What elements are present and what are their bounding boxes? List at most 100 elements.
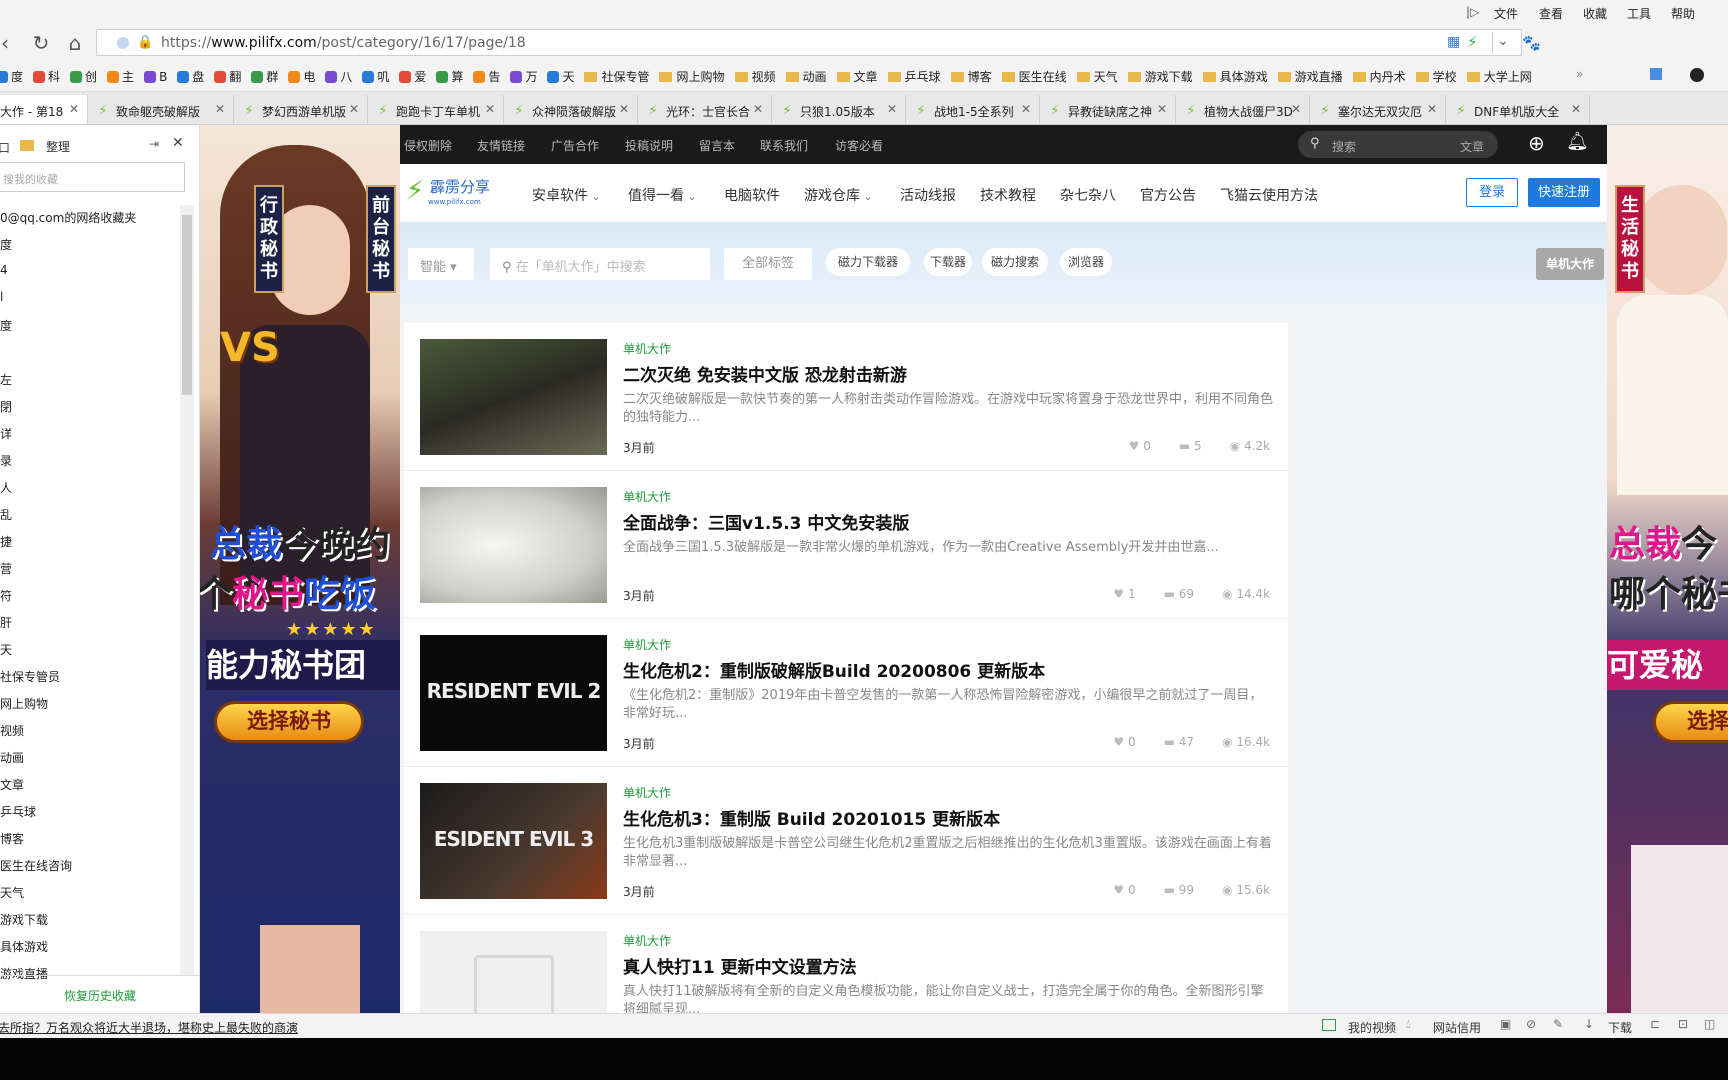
download-arrow-icon[interactable]: ↓ xyxy=(1584,1017,1594,1031)
post-category[interactable]: 单机大作 xyxy=(623,488,671,505)
post-category[interactable]: 单机大作 xyxy=(623,932,671,949)
bookmark-item[interactable]: 游戏下载 xyxy=(1127,68,1193,85)
favorites-item[interactable]: 天 xyxy=(0,641,12,658)
top-nav-link[interactable]: 联系我们 xyxy=(760,137,808,154)
favorites-item[interactable]: 社保专管员 xyxy=(0,668,60,685)
bookmark-item[interactable]: 翻 xyxy=(214,68,241,85)
main-nav-item[interactable]: 游戏仓库 ⌄ xyxy=(804,185,873,205)
bell-icon[interactable]: 🔔︎ xyxy=(1566,131,1589,152)
main-nav-item[interactable]: 电脑软件 xyxy=(724,185,780,205)
news-ticker-link[interactable]: 去所指？万名观众将近大半退场，堪称史上最失败的商演 xyxy=(0,1019,298,1036)
browser-tab[interactable]: ⚡ 致命躯壳破解版 ✕ xyxy=(88,95,234,124)
bookmark-item[interactable]: 网上购物 xyxy=(659,68,725,85)
tab-close-icon[interactable]: ✕ xyxy=(753,102,763,116)
favorites-item[interactable]: 人 xyxy=(0,479,12,496)
post-row[interactable]: 单机大作 真人快打11 更新中文设置方法 真人快打11破解版将有全新的自定义角色模板… xyxy=(404,915,1288,1013)
maximize-icon[interactable]: ◫ xyxy=(1704,1017,1715,1031)
favorites-item[interactable]: 天气 xyxy=(0,884,24,901)
bookmark-item[interactable]: 内丹术 xyxy=(1352,68,1406,85)
chevron-down-icon[interactable]: ⌄ xyxy=(1497,33,1509,49)
browser-tab[interactable]: ⚡ 战地1-5全系列 ✕ xyxy=(906,95,1040,124)
top-nav-link[interactable]: 投稿说明 xyxy=(625,137,673,154)
bookmark-item[interactable]: 乒乓球 xyxy=(887,68,941,85)
main-nav-item[interactable]: 杂七杂八 xyxy=(1060,185,1116,205)
bookmark-item[interactable]: 动画 xyxy=(785,68,827,85)
tag-chip[interactable]: 磁力下载器 xyxy=(826,248,910,276)
bookmark-item[interactable]: 学校 xyxy=(1415,68,1457,85)
top-nav-link[interactable]: 友情链接 xyxy=(477,137,525,154)
bookmark-item[interactable]: 万 xyxy=(510,68,537,85)
category-search-input[interactable]: ⚲ 在「单机大作」中搜索 xyxy=(490,248,710,280)
organize-button[interactable]: 整理 xyxy=(46,138,70,155)
download-button[interactable]: 下载 xyxy=(1608,1019,1632,1036)
ad-right-choose-button[interactable]: 选择 xyxy=(1653,701,1728,743)
tab-close-icon[interactable]: ✕ xyxy=(1427,102,1437,116)
favorites-item[interactable]: 网上购物 xyxy=(0,695,48,712)
favorites-item[interactable]: 动画 xyxy=(0,749,24,766)
bookmark-item[interactable]: 天 xyxy=(547,68,574,85)
post-title[interactable]: 真人快打11 更新中文设置方法 xyxy=(623,953,857,978)
site-search[interactable]: ⚲ 搜索 文章 xyxy=(1298,131,1498,158)
post-category[interactable]: 单机大作 xyxy=(623,636,671,653)
choose-secretary-button[interactable]: 选择秘书 xyxy=(214,701,364,743)
apps-icon[interactable] xyxy=(1650,68,1662,80)
pin-icon[interactable]: ✎ xyxy=(1553,1017,1563,1031)
post-thumbnail[interactable] xyxy=(420,487,607,603)
tab-close-icon[interactable]: ✕ xyxy=(349,102,359,116)
my-video-button[interactable]: 我的视频 xyxy=(1348,1019,1396,1036)
tab-close-icon[interactable]: ✕ xyxy=(887,102,897,116)
close-icon[interactable]: ✕ xyxy=(172,135,184,151)
window-icon[interactable]: ⊏ xyxy=(1650,1017,1660,1031)
site-logo[interactable]: ⚡ 霹雳分享 www.pilifx.com xyxy=(406,172,506,214)
browser-tab[interactable]: ⚡ DNF单机版大全 ✕ xyxy=(1446,95,1590,124)
post-row[interactable]: RESIDENT EVIL 2 单机大作 生化危机2：重制版破解版Build 202… xyxy=(404,619,1288,767)
tab-close-icon[interactable]: ✕ xyxy=(69,102,79,116)
refresh-icon[interactable]: ↻ xyxy=(28,31,54,55)
menu-view[interactable]: 查看 xyxy=(1539,5,1563,22)
post-category[interactable]: 单机大作 xyxy=(623,784,671,801)
register-button[interactable]: 快速注册 xyxy=(1528,178,1600,207)
favorites-item[interactable]: 详 xyxy=(0,425,12,442)
bookmark-item[interactable]: 科 xyxy=(33,68,60,85)
browser-tab[interactable]: ⚡ 梦幻西游单机版 ✕ xyxy=(234,95,368,124)
baidu-paw-icon[interactable]: 🐾 xyxy=(1522,34,1541,52)
home-icon[interactable]: ⌂ xyxy=(62,31,88,55)
image-icon[interactable]: ▣ xyxy=(1500,1017,1511,1031)
menu-file[interactable]: 文件 xyxy=(1494,5,1518,22)
browser-tab[interactable]: ⚡ 植物大战僵尸3D ✕ xyxy=(1176,95,1310,124)
main-nav-item[interactable]: 安卓软件 ⌄ xyxy=(532,185,601,205)
post-category[interactable]: 单机大作 xyxy=(623,340,671,357)
back-icon[interactable]: ‹ xyxy=(0,31,18,55)
post-thumbnail[interactable]: RESIDENT EVIL 2 xyxy=(420,635,607,751)
post-thumbnail[interactable] xyxy=(420,931,607,1013)
bookmark-item[interactable]: 八 xyxy=(325,68,352,85)
post-title[interactable]: 二次灭绝 免安装中文版 恐龙射击新游 xyxy=(623,361,907,386)
favorites-item[interactable]: 左 xyxy=(0,371,12,388)
browser-tab[interactable]: ⚡ 跑跑卡丁车单机 ✕ xyxy=(368,95,504,124)
main-nav-item[interactable]: 活动线报 xyxy=(900,185,956,205)
top-nav-link[interactable]: 访客必看 xyxy=(835,137,883,154)
top-nav-link[interactable]: 侵权删除 xyxy=(404,137,452,154)
main-nav-item[interactable]: 值得一看 ⌄ xyxy=(628,185,697,205)
bookmark-item[interactable]: 博客 xyxy=(950,68,992,85)
bookmark-item[interactable]: 医生在线 xyxy=(1001,68,1067,85)
bookmark-item[interactable]: 视频 xyxy=(734,68,776,85)
speed-icon[interactable]: ⚡ xyxy=(1467,33,1478,51)
favorites-item[interactable]: 4 xyxy=(0,263,8,277)
site-credit-button[interactable]: 网站信用 xyxy=(1433,1019,1481,1036)
bookmark-item[interactable]: 社保专管 xyxy=(584,68,649,85)
translate-icon[interactable]: ⊘ xyxy=(1526,1017,1536,1031)
bookmark-item[interactable]: 主 xyxy=(107,68,134,85)
post-title[interactable]: 生化危机3：重制版 Build 20201015 更新版本 xyxy=(623,805,1000,830)
favorites-item[interactable]: 营 xyxy=(0,560,12,577)
sidebar-scrollbar[interactable] xyxy=(180,205,194,975)
bookmark-item[interactable]: 算 xyxy=(436,68,463,85)
sidebar-tab-icon[interactable]: 口 xyxy=(0,139,10,156)
top-nav-link[interactable]: 广告合作 xyxy=(551,137,599,154)
bookmark-item[interactable]: 度 xyxy=(0,68,23,85)
main-nav-item[interactable]: 官方公告 xyxy=(1140,185,1196,205)
tab-close-icon[interactable]: ✕ xyxy=(215,102,225,116)
browser-tab[interactable]: ⚡ 只狼1.05版本 ✕ xyxy=(772,95,906,124)
favorites-item[interactable]: 捷 xyxy=(0,533,12,550)
favorites-item[interactable]: 度 xyxy=(0,317,12,334)
